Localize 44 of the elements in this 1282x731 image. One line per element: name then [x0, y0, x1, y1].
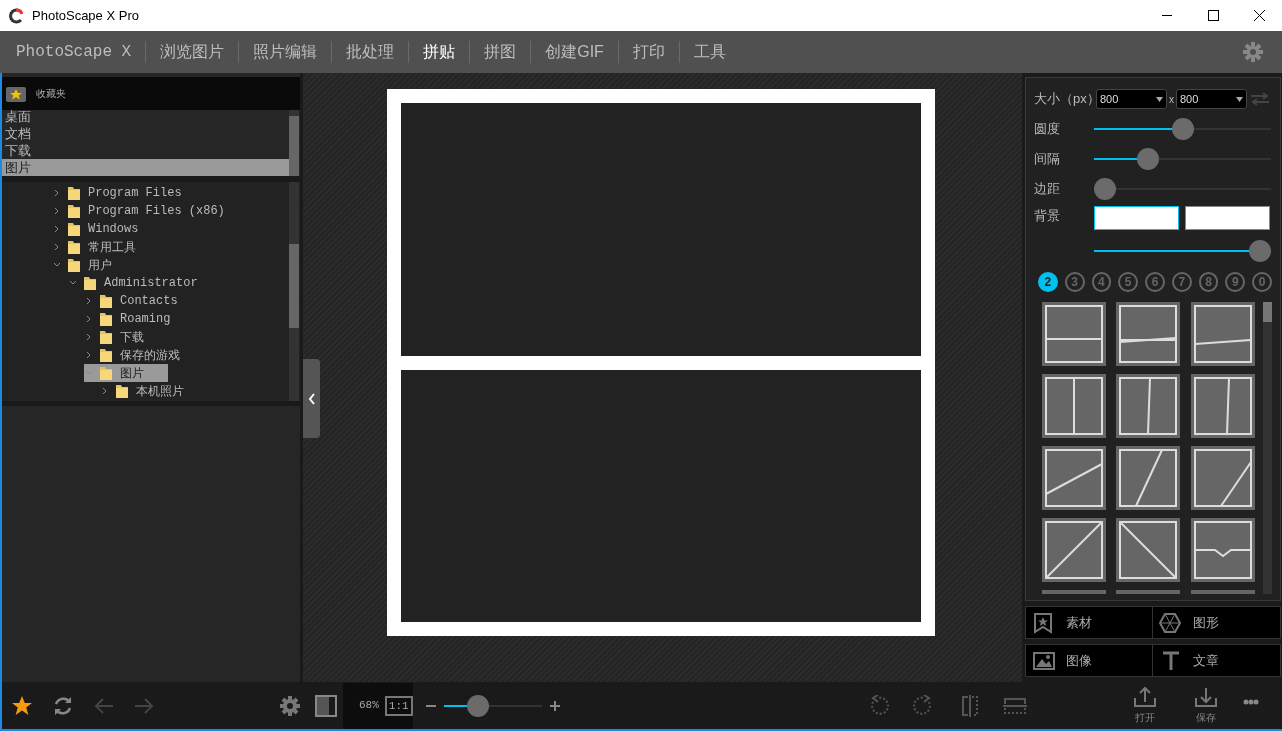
tree-item[interactable]: Administrator	[68, 274, 222, 292]
favorite-item[interactable]: 下载	[2, 142, 290, 159]
background-label: 背景	[1034, 207, 1061, 225]
tree-item[interactable]: 图片	[84, 364, 168, 382]
tree-item[interactable]: 本机照片	[100, 382, 208, 400]
menu-tab[interactable]: 工具	[679, 40, 740, 64]
window-title: PhotoScape X Pro	[32, 6, 139, 25]
insert-button[interactable]: 文章	[1152, 644, 1281, 677]
favorite-item[interactable]: 文档	[2, 125, 290, 142]
favorite-item[interactable]: 图片	[2, 159, 290, 176]
tree-item[interactable]: Windows	[52, 220, 163, 238]
size-dropdown[interactable]: 800	[1096, 89, 1167, 109]
tree-item[interactable]: Program Files	[52, 184, 206, 202]
insert-button[interactable]: 图像	[1025, 644, 1153, 677]
cell-count-tab[interactable]: 2	[1038, 272, 1058, 292]
insert-button[interactable]: 素材	[1025, 606, 1153, 639]
favorites-title: 收藏夹	[36, 87, 66, 101]
menu-tab[interactable]: 创建GIF	[531, 40, 618, 64]
actual-size-button[interactable]: 1:1	[384, 695, 413, 716]
slider-label: 圆度	[1034, 120, 1061, 139]
tree-item[interactable]: 用户	[52, 256, 136, 274]
save-button[interactable]: 保存	[1191, 686, 1221, 725]
menu-tab[interactable]: 照片编辑	[239, 40, 332, 64]
menu-tab[interactable]: 浏览图片	[146, 40, 239, 64]
tree-item[interactable]: Program Files (x86)	[52, 202, 249, 220]
tree-item[interactable]: 下载	[84, 328, 168, 346]
size-label: 大小（px）	[1034, 90, 1096, 109]
tree-item[interactable]: Roaming	[84, 310, 195, 328]
size-dropdown[interactable]: 800	[1176, 89, 1247, 109]
favorite-item[interactable]: 桌面	[2, 110, 290, 125]
menu-tab[interactable]: 打印	[618, 40, 679, 64]
menu-tab[interactable]: PhotoScape X	[2, 40, 146, 64]
zoom-level: 68%	[359, 698, 379, 714]
tree-item[interactable]: Contacts	[84, 292, 202, 310]
menu-tab[interactable]: 拼图	[470, 40, 531, 64]
menu-tab[interactable]: 批处理	[332, 40, 409, 64]
tree-item[interactable]: 常用工具	[52, 238, 160, 256]
menu-tab[interactable]: 拼贴	[409, 40, 470, 64]
times-sign: x	[1169, 92, 1174, 107]
insert-button[interactable]: 图形	[1152, 606, 1281, 639]
tree-item[interactable]: 保存的游戏	[84, 346, 204, 364]
open-button[interactable]: 打开	[1130, 686, 1160, 725]
slider-label: 间隔	[1034, 150, 1061, 169]
slider-label: 边距	[1034, 180, 1061, 199]
